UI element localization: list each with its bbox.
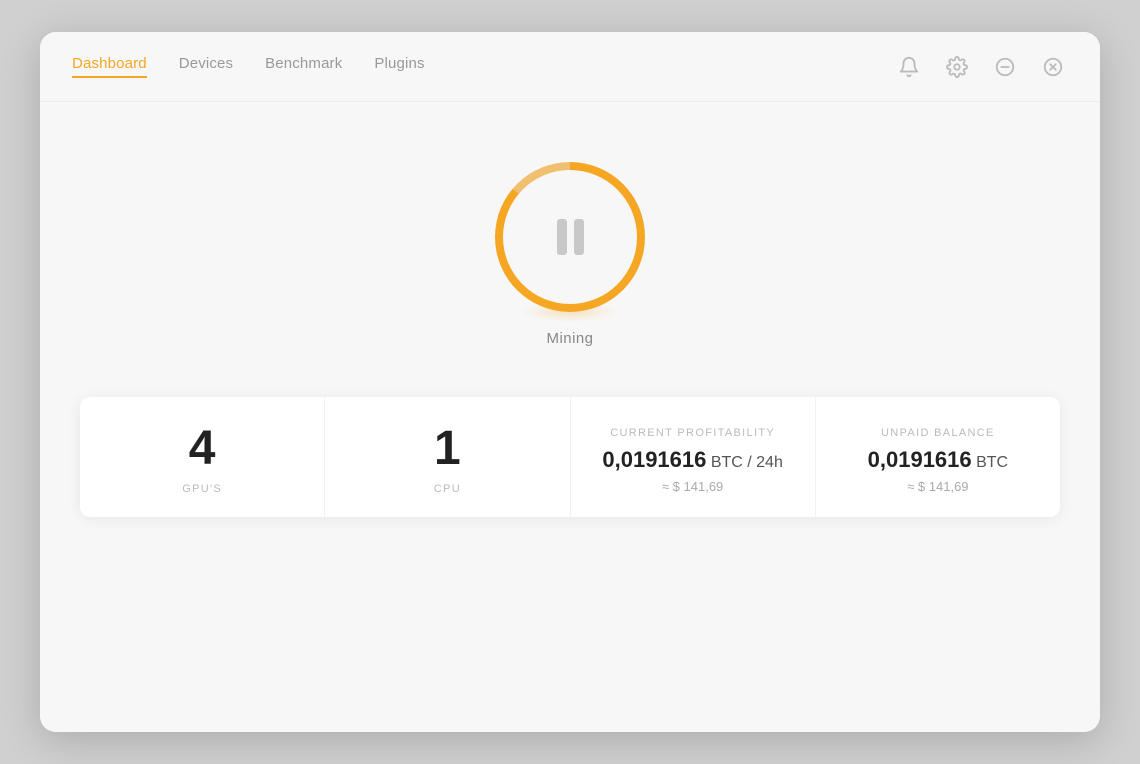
pause-bar-right (574, 219, 584, 255)
profitability-sub: ≈ $ 141,69 (662, 479, 723, 494)
nav-right (894, 52, 1068, 82)
app-window: Dashboard Devices Benchmark Plugins (40, 32, 1100, 732)
balance-sub: ≈ $ 141,69 (907, 479, 968, 494)
balance-label: UNPAID BALANCE (881, 427, 995, 439)
settings-icon[interactable] (942, 52, 972, 82)
nav-item-devices[interactable]: Devices (179, 55, 233, 78)
pause-icon (557, 219, 584, 255)
nav-item-benchmark[interactable]: Benchmark (265, 55, 342, 78)
profitability-label: CURRENT PROFITABILITY (610, 427, 775, 439)
stats-row: 4 GPU'S 1 CPU CURRENT PROFITABILITY 0,01… (80, 397, 1060, 517)
nav-item-dashboard[interactable]: Dashboard (72, 55, 147, 78)
gpus-number: 4 (189, 425, 216, 473)
stat-card-cpu: 1 CPU (325, 397, 570, 517)
notification-icon[interactable] (894, 52, 924, 82)
mining-section: Mining (495, 162, 645, 347)
cpu-number: 1 (434, 425, 461, 473)
mining-button[interactable] (495, 162, 645, 312)
balance-value: 0,0191616 BTC (868, 447, 1008, 473)
minimize-icon[interactable] (990, 52, 1020, 82)
main-content: Mining 4 GPU'S 1 CPU CURRENT PROFITABILI… (40, 102, 1100, 732)
stat-card-profitability: CURRENT PROFITABILITY 0,0191616 BTC / 24… (571, 397, 816, 517)
stat-card-balance: UNPAID BALANCE 0,0191616 BTC ≈ $ 141,69 (816, 397, 1060, 517)
pause-bar-left (557, 219, 567, 255)
gpus-unit: GPU'S (182, 483, 222, 495)
stat-card-gpus: 4 GPU'S (80, 397, 325, 517)
nav-bar: Dashboard Devices Benchmark Plugins (40, 32, 1100, 102)
close-icon[interactable] (1038, 52, 1068, 82)
mining-label: Mining (547, 330, 594, 347)
nav-item-plugins[interactable]: Plugins (374, 55, 424, 78)
profitability-value: 0,0191616 BTC / 24h (602, 447, 782, 473)
cpu-unit: CPU (434, 483, 461, 495)
nav-left: Dashboard Devices Benchmark Plugins (72, 55, 425, 78)
